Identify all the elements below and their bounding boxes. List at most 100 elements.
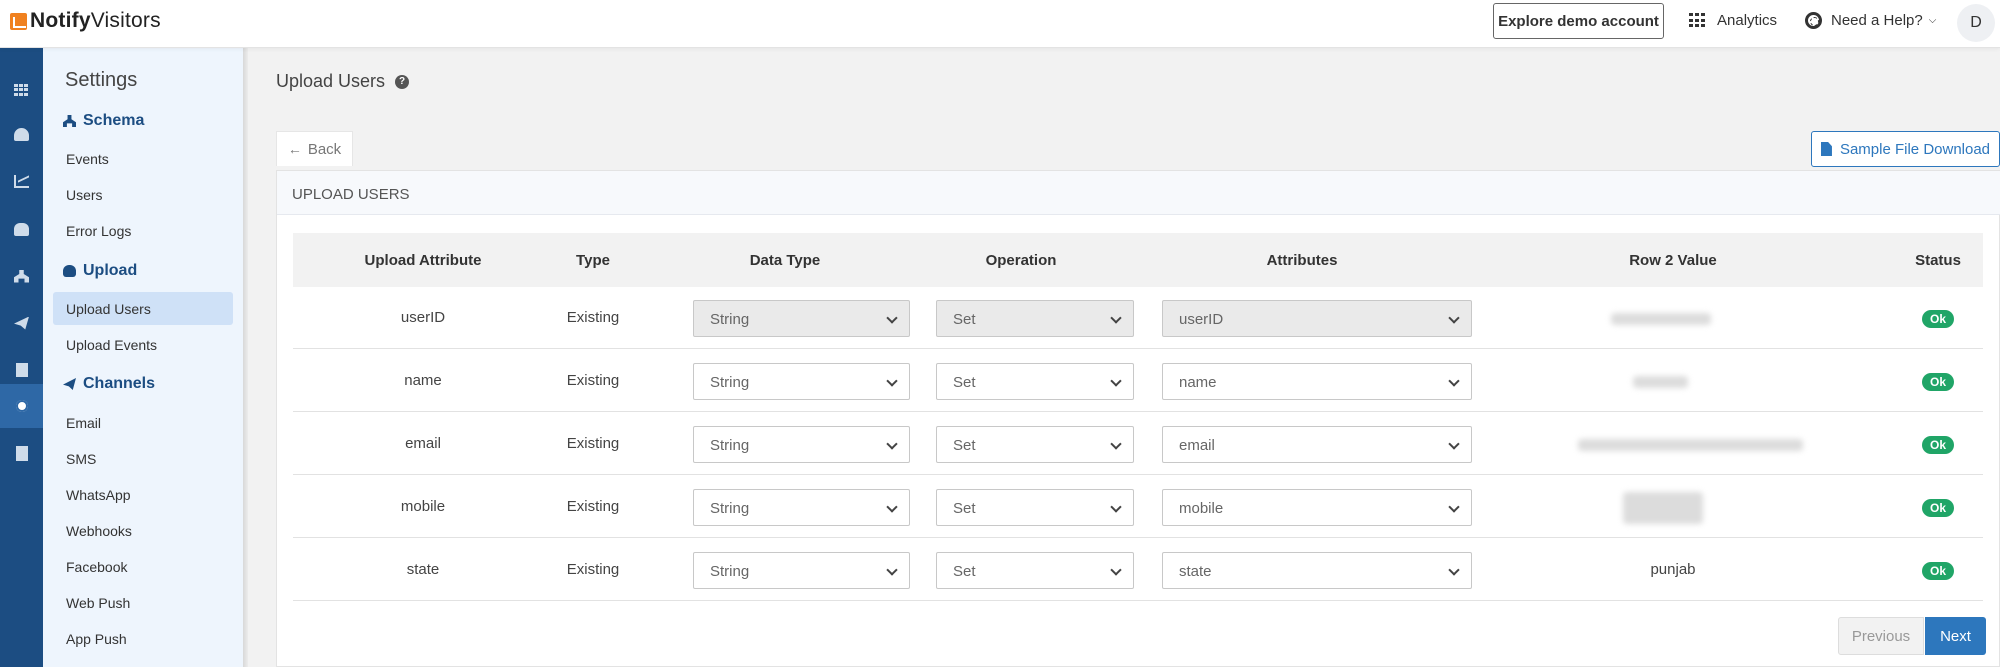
type-cell: Existing: [566, 435, 620, 452]
page-title-text: Upload Users: [276, 71, 386, 91]
table-row: email Existing String Set email Ok: [293, 413, 1983, 475]
attributes-select[interactable]: state: [1162, 552, 1472, 589]
sidebar-item-webhooks[interactable]: Webhooks: [66, 523, 132, 539]
type-cell: Existing: [566, 561, 620, 578]
back-label: Back: [307, 140, 342, 158]
sidebar-item-web-push[interactable]: Web Push: [66, 595, 130, 611]
rail-dashboard[interactable]: [0, 112, 43, 156]
sample-label: Sample File Download: [1839, 140, 1991, 158]
paper-plane-icon: [14, 316, 29, 330]
chevron-down-icon: [1448, 501, 1460, 513]
select-value: Set: [953, 437, 976, 454]
chevron-down-icon: [886, 375, 898, 387]
sidebar-item-sms[interactable]: SMS: [66, 451, 96, 467]
chevron-down-icon: [886, 564, 898, 576]
sidebar-item-users[interactable]: Users: [66, 187, 103, 203]
select-value: name: [1179, 374, 1217, 391]
select-value: String: [710, 500, 750, 517]
operation-select[interactable]: Set: [936, 426, 1134, 463]
rail-segments[interactable]: [0, 254, 43, 298]
sidebar-item-app-push[interactable]: App Push: [66, 631, 127, 647]
rail-users[interactable]: [0, 207, 43, 251]
previous-button[interactable]: Previous: [1838, 617, 1924, 655]
upload-attribute-cell: state: [406, 561, 440, 578]
select-value: Set: [953, 563, 976, 580]
sidebar-section-upload[interactable]: Upload: [63, 262, 137, 280]
chevron-down-icon: [886, 438, 898, 450]
select-value: String: [710, 437, 750, 454]
grid-icon: [14, 83, 29, 97]
column-header: Operation: [985, 252, 1057, 269]
column-header: Data Type: [749, 252, 821, 269]
chevron-down-icon: [1110, 564, 1122, 576]
sidebar-section-channels[interactable]: Channels: [63, 375, 155, 393]
logo-icon: [10, 12, 27, 30]
avatar[interactable]: D: [1957, 4, 1995, 42]
sidebar-item-upload-users[interactable]: Upload Users: [66, 301, 151, 317]
logo-text: NotifyVisitors: [30, 9, 161, 32]
chevron-down-icon: [1110, 375, 1122, 387]
select-value: String: [710, 374, 750, 391]
status-badge: Ok: [1922, 562, 1954, 580]
sidebar-divider: [243, 48, 248, 667]
table-row: name Existing String Set name Ok: [293, 350, 1983, 412]
column-header: Status: [1915, 252, 1961, 269]
sample-file-download-button[interactable]: Sample File Download: [1811, 131, 2000, 167]
table-row: state Existing String Set state punjab O…: [293, 539, 1983, 601]
operation-select[interactable]: Set: [936, 363, 1134, 400]
explore-demo-button[interactable]: Explore demo account: [1493, 3, 1664, 39]
chevron-down-icon: [1110, 312, 1122, 324]
sidebar-item-events[interactable]: Events: [66, 151, 109, 167]
attributes-select[interactable]: name: [1162, 363, 1472, 400]
next-button[interactable]: Next: [1925, 617, 1986, 655]
chevron-down-icon: [1110, 438, 1122, 450]
sidebar-item-email[interactable]: Email: [66, 415, 101, 431]
section-label: Schema: [83, 112, 145, 129]
rail-campaigns[interactable]: [0, 301, 43, 345]
operation-select[interactable]: Set: [936, 552, 1134, 589]
sitemap-icon: [14, 269, 29, 283]
rail-docs[interactable]: [0, 431, 43, 475]
upload-attribute-cell: mobile: [400, 498, 446, 515]
help-menu[interactable]: Need a Help? ⌵: [1805, 12, 1936, 29]
data-type-select[interactable]: String: [693, 426, 910, 463]
sidebar-section-schema[interactable]: Schema: [63, 112, 144, 130]
column-header: Attributes: [1266, 252, 1338, 269]
table-row: userID Existing String Set userID Ok: [293, 287, 1983, 349]
help-question-icon[interactable]: ?: [395, 74, 410, 89]
data-type-select[interactable]: String: [693, 552, 910, 589]
attributes-select[interactable]: mobile: [1162, 489, 1472, 526]
speedometer-icon: [14, 127, 29, 141]
data-type-select: String: [693, 300, 910, 337]
sidebar-item-error-logs[interactable]: Error Logs: [66, 223, 131, 239]
select-value: email: [1179, 437, 1215, 454]
chevron-down-icon: [1110, 501, 1122, 513]
page-title: Upload Users ?: [276, 71, 410, 92]
upload-attribute-cell: userID: [400, 309, 446, 326]
rail-dashboard-grid[interactable]: [0, 68, 43, 112]
select-value: userID: [1179, 311, 1224, 328]
icon-rail: [0, 48, 43, 667]
chevron-down-icon: [886, 312, 898, 324]
paper-plane-icon: [63, 378, 76, 390]
settings-sidebar: Settings Schema Events Users Error Logs …: [43, 48, 243, 667]
sidebar-item-upload-events[interactable]: Upload Events: [66, 337, 157, 353]
row2-value-cell: punjab: [1650, 561, 1696, 578]
data-type-select[interactable]: String: [693, 489, 910, 526]
sidebar-item-facebook[interactable]: Facebook: [66, 559, 127, 575]
rail-settings[interactable]: [0, 384, 43, 428]
redacted-value: [1611, 313, 1711, 325]
chevron-down-icon: [1448, 438, 1460, 450]
chevron-down-icon: [1448, 564, 1460, 576]
select-value: Set: [953, 374, 976, 391]
attributes-select[interactable]: email: [1162, 426, 1472, 463]
upload-attribute-cell: name: [404, 372, 442, 389]
operation-select[interactable]: Set: [936, 489, 1134, 526]
notifyvisitors-logo[interactable]: NotifyVisitors: [10, 9, 161, 33]
rail-analytics[interactable]: [0, 159, 43, 203]
apps-grid-icon: [1689, 13, 1705, 28]
back-button[interactable]: ← Back: [276, 131, 353, 166]
data-type-select[interactable]: String: [693, 363, 910, 400]
analytics-menu[interactable]: Analytics: [1689, 12, 1777, 29]
sidebar-item-whatsapp[interactable]: WhatsApp: [66, 487, 131, 503]
